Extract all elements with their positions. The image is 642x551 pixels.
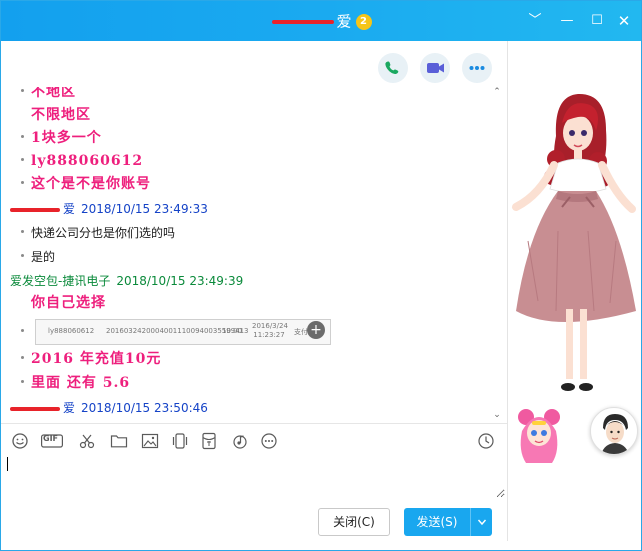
- message-timestamp: 2018/10/15 23:49:33: [81, 202, 208, 216]
- sender-header: 爱 2018/10/15 23:49:33: [10, 199, 208, 219]
- video-call-button[interactable]: [420, 53, 450, 83]
- title-bar: 爱2 ﹀ — ☐ ✕: [1, 1, 641, 41]
- image-icon[interactable]: [141, 432, 159, 450]
- list-item: 是的: [1, 247, 501, 267]
- message-text: 1块多一个: [31, 130, 102, 146]
- sender-name[interactable]: 爱: [63, 401, 75, 415]
- list-item: 2016 年充值10元: [1, 349, 501, 369]
- message-text: 里面 还有 5.6: [31, 375, 131, 391]
- image-text: 支付: [294, 328, 308, 336]
- bullet: [21, 254, 24, 257]
- list-item: 快递公司分也是你们选的吗: [1, 223, 501, 243]
- maximize-button[interactable]: ☐: [587, 11, 607, 31]
- list-item: 不地区: [1, 87, 501, 102]
- gif-label: GIF: [43, 434, 59, 443]
- more-icon: [469, 66, 485, 70]
- window-title: 爱2: [1, 1, 641, 41]
- list-item: 不限地区: [1, 105, 501, 125]
- shake-window-icon[interactable]: [171, 432, 189, 450]
- message-text: 你自己选择: [31, 295, 106, 311]
- girl-avatar-figure: [512, 93, 636, 391]
- collapse-button[interactable]: ﹀: [525, 11, 545, 31]
- image-text: 10.00: [222, 327, 243, 335]
- list-item: 你自己选择: [1, 293, 501, 313]
- contact-avatar[interactable]: [590, 407, 638, 455]
- send-button[interactable]: 发送(S): [404, 508, 470, 536]
- bullet: [21, 158, 24, 161]
- phone-icon: [385, 61, 399, 75]
- sender-name[interactable]: 爱发空包-捷讯电子: [10, 274, 110, 288]
- bullet: [21, 230, 24, 233]
- chevron-down-icon: [477, 519, 486, 526]
- chat-window: 爱2 ﹀ — ☐ ✕ 不地区 不限地区 1块多一个 ly888060612 这个…: [0, 0, 642, 551]
- video-camera-icon: [427, 63, 444, 73]
- bullet: [21, 135, 24, 138]
- sender-line: 爱 2018/10/15 23:49:33: [1, 199, 501, 219]
- minimize-button[interactable]: —: [557, 11, 577, 31]
- history-clock-icon[interactable]: [477, 432, 495, 450]
- close-chat-button[interactable]: 关闭(C): [318, 508, 390, 536]
- message-input[interactable]: [5, 454, 505, 498]
- contact-show-panel: [507, 41, 641, 550]
- gif-icon[interactable]: GIF: [41, 432, 63, 450]
- message-text: 这个是不是你账号: [31, 176, 151, 192]
- image-text: 2016/3/24 11:23:27: [252, 322, 288, 339]
- sender-header: 爱发空包-捷讯电子 2018/10/15 23:49:39: [10, 271, 243, 291]
- sender-line: 爱 2018/10/15 23:50:46: [1, 398, 501, 418]
- list-item: 里面 还有 5.6: [1, 373, 501, 393]
- message-text: 不地区: [31, 87, 76, 100]
- message-list[interactable]: 不地区 不限地区 1块多一个 ly888060612 这个是不是你账号 爱 201…: [1, 87, 507, 423]
- scroll-up-arrow[interactable]: ⌃: [491, 87, 503, 97]
- emoji-icon[interactable]: [11, 432, 29, 450]
- message-timestamp: 2018/10/15 23:50:46: [81, 401, 208, 415]
- toolbar-divider: [1, 423, 507, 424]
- toolbar-more-icon[interactable]: [260, 432, 278, 450]
- message-timestamp: 2018/10/15 23:49:39: [116, 274, 244, 288]
- screenshot-image-message[interactable]: ly888060612 2016032420004001110094003559…: [35, 319, 331, 345]
- list-item: 这个是不是你账号: [1, 174, 501, 194]
- redaction-mark: [10, 207, 60, 212]
- zoom-in-icon[interactable]: +: [307, 321, 325, 339]
- red-packet-icon[interactable]: [201, 432, 217, 450]
- list-item: ly888060612: [1, 151, 501, 171]
- folder-icon[interactable]: [110, 432, 128, 450]
- window-title-text: 爱: [336, 12, 352, 31]
- message-text: 2016 年充值10元: [31, 351, 162, 367]
- chibi-avatar: [518, 409, 560, 463]
- voice-call-button[interactable]: [378, 53, 408, 83]
- image-text: ly888060612: [48, 327, 95, 335]
- bullet: [21, 181, 24, 184]
- message-text: 是的: [31, 250, 56, 264]
- message-text: 不限地区: [31, 107, 91, 123]
- more-actions-button[interactable]: [462, 53, 492, 83]
- scissors-icon[interactable]: [78, 432, 96, 450]
- bullet: [21, 329, 24, 332]
- boy-avatar-icon: [601, 414, 629, 454]
- send-options-dropdown[interactable]: [470, 508, 492, 536]
- redaction-mark: [10, 406, 60, 411]
- music-icon[interactable]: [231, 432, 249, 450]
- vip-badge: 2: [355, 13, 372, 30]
- bullet: [21, 380, 24, 383]
- message-text: ly888060612: [31, 153, 144, 169]
- redaction-mark: [272, 19, 335, 24]
- panel-footer: [507, 541, 641, 550]
- close-window-button[interactable]: ✕: [614, 11, 634, 31]
- bullet: [21, 89, 24, 92]
- scroll-down-arrow[interactable]: ⌄: [491, 410, 503, 420]
- sender-header: 爱 2018/10/15 23:50:46: [10, 398, 208, 418]
- message-text: 快递公司分也是你们选的吗: [31, 226, 176, 240]
- sender-line: 爱发空包-捷讯电子 2018/10/15 23:49:39: [1, 271, 501, 291]
- sender-name[interactable]: 爱: [63, 202, 75, 216]
- bullet: [21, 356, 24, 359]
- list-item: 1块多一个: [1, 128, 501, 148]
- text-caret: [7, 457, 8, 471]
